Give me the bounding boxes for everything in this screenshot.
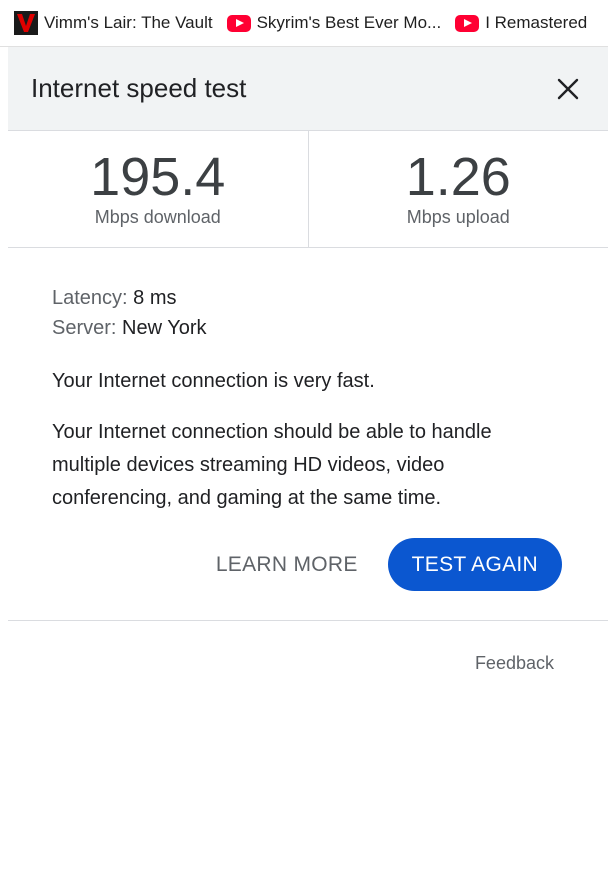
upload-metric: 1.26 Mbps upload — [307, 131, 608, 247]
server-label: Server: — [52, 317, 117, 339]
panel-header: Internet speed test — [8, 47, 608, 131]
server-row: Server: New York — [52, 313, 562, 343]
bookmark-label: I Remastered — [485, 13, 588, 32]
speed-metrics: 195.4 Mbps download 1.26 Mbps upload — [8, 131, 608, 248]
bookmark-i-remastered[interactable]: I Remastered — [441, 0, 587, 46]
download-metric: 195.4 Mbps download — [8, 131, 308, 247]
learn-more-button[interactable]: LEARN MORE — [216, 553, 358, 577]
latency-label: Latency: — [52, 287, 128, 309]
bookmark-vimms-lair[interactable]: Vimm's Lair: The Vault — [0, 0, 213, 46]
latency-value: 8 ms — [133, 287, 177, 309]
bookmark-skyrim-video[interactable]: Skyrim's Best Ever Mo... — [213, 0, 442, 46]
latency-row: Latency: 8 ms — [52, 283, 562, 313]
upload-value: 1.26 — [405, 147, 511, 207]
close-icon[interactable] — [556, 77, 580, 101]
vimm-logo-icon — [14, 11, 38, 35]
test-again-button[interactable]: TEST AGAIN — [387, 538, 562, 591]
youtube-icon — [455, 14, 480, 32]
panel-title: Internet speed test — [31, 73, 247, 103]
results-body: Latency: 8 ms Server: New York Your Inte… — [8, 248, 608, 621]
result-headline: Your Internet connection is very fast. — [52, 370, 375, 392]
bookmark-label: Vimm's Lair: The Vault — [44, 13, 213, 32]
download-unit: Mbps download — [94, 207, 221, 227]
download-value: 195.4 — [90, 147, 226, 207]
bookmarks-bar: Vimm's Lair: The Vault Skyrim's Best Eve… — [0, 0, 608, 47]
bookmark-label: Skyrim's Best Ever Mo... — [256, 13, 442, 32]
youtube-icon — [226, 14, 251, 32]
action-buttons: LEARN MORE TEST AGAIN — [216, 538, 562, 591]
feedback-link[interactable]: Feedback — [475, 653, 554, 674]
upload-unit: Mbps upload — [406, 207, 510, 227]
speed-test-panel: Internet speed test 195.4 Mbps download … — [8, 47, 608, 876]
result-description: Your Internet connection should be able … — [52, 421, 492, 509]
server-value: New York — [122, 317, 207, 339]
